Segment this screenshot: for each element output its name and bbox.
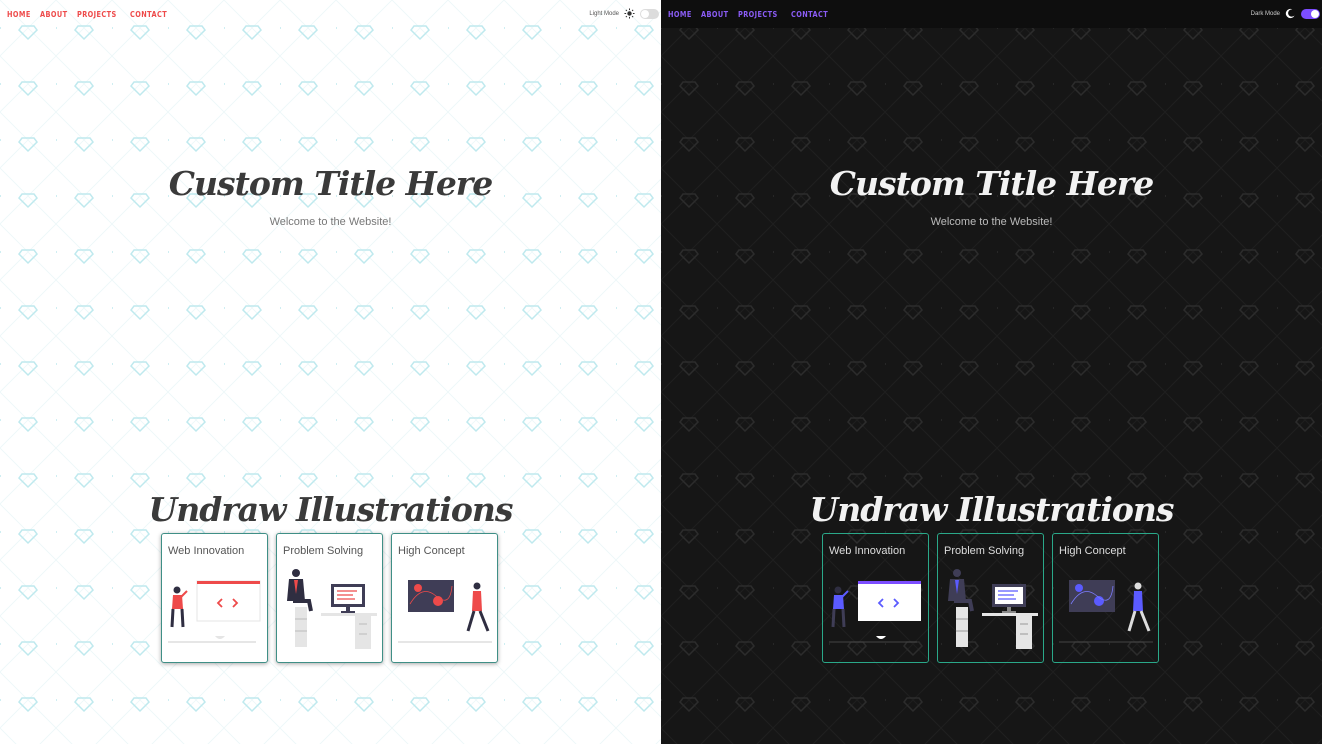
web-innovation-illustration bbox=[829, 581, 921, 643]
card-web-innovation[interactable]: Web Innovation bbox=[822, 533, 929, 663]
mode-label: Light Mode bbox=[589, 10, 619, 17]
navbar: HOME ABOUT PROJECTS CONTACT Dark Mode bbox=[661, 0, 1322, 28]
card-high-concept[interactable]: High Concept bbox=[1052, 533, 1159, 663]
mode-label: Dark Mode bbox=[1250, 10, 1280, 17]
illustration-cards: Web Innovation Problem Solving High Conc… bbox=[822, 533, 1159, 663]
card-problem-solving[interactable]: Problem Solving bbox=[937, 533, 1044, 663]
section-title: Undraw Illustrations bbox=[148, 490, 514, 529]
card-problem-solving[interactable]: Problem Solving bbox=[276, 533, 383, 663]
high-concept-illustration bbox=[398, 580, 492, 643]
web-innovation-illustration bbox=[168, 580, 261, 643]
navbar: HOME ABOUT PROJECTS CONTACT Light Mode bbox=[0, 0, 661, 28]
nav-about-link[interactable]: ABOUT bbox=[701, 10, 729, 19]
theme-mode-control: Light Mode bbox=[589, 8, 659, 19]
theme-toggle-switch[interactable] bbox=[640, 8, 659, 19]
hero-subtitle: Welcome to the Website! bbox=[930, 216, 1053, 228]
card-web-innovation[interactable]: Web Innovation bbox=[161, 533, 268, 663]
theme-toggle-switch[interactable] bbox=[1301, 8, 1320, 19]
light-theme-panel: HOME ABOUT PROJECTS CONTACT Light Mode C… bbox=[0, 0, 661, 744]
nav-home-link[interactable]: HOME bbox=[668, 10, 692, 19]
section-title: Undraw Illustrations bbox=[809, 490, 1175, 529]
toggle-knob bbox=[1311, 9, 1319, 18]
card-title: High Concept bbox=[1059, 545, 1126, 557]
nav-projects-link[interactable]: PROJECTS bbox=[77, 10, 117, 19]
illustration-cards: Web Innovation Problem Solving High Conc… bbox=[161, 533, 498, 663]
card-high-concept[interactable]: High Concept bbox=[391, 533, 498, 663]
hero-subtitle: Welcome to the Website! bbox=[269, 216, 392, 228]
card-title: Web Innovation bbox=[168, 545, 245, 557]
toggle-knob bbox=[641, 9, 649, 18]
card-title: Problem Solving bbox=[283, 545, 364, 557]
problem-solving-illustration bbox=[948, 569, 1038, 649]
problem-solving-illustration bbox=[287, 569, 377, 649]
high-concept-illustration bbox=[1059, 580, 1153, 643]
nav-contact-link[interactable]: CONTACT bbox=[130, 10, 167, 19]
card-title: Web Innovation bbox=[829, 545, 906, 557]
moon-icon bbox=[1285, 8, 1295, 19]
nav-projects-link[interactable]: PROJECTS bbox=[738, 10, 778, 19]
nav-home-link[interactable]: HOME bbox=[7, 10, 31, 19]
hero-title: Custom Title Here bbox=[829, 164, 1154, 203]
theme-mode-control: Dark Mode bbox=[1251, 8, 1320, 19]
card-title: High Concept bbox=[398, 545, 465, 557]
hero-title: Custom Title Here bbox=[168, 164, 493, 203]
card-title: Problem Solving bbox=[944, 545, 1025, 557]
sun-icon bbox=[624, 8, 635, 19]
nav-contact-link[interactable]: CONTACT bbox=[791, 10, 828, 19]
nav-about-link[interactable]: ABOUT bbox=[40, 10, 68, 19]
dark-theme-panel: HOME ABOUT PROJECTS CONTACT Dark Mode Cu… bbox=[661, 0, 1322, 744]
